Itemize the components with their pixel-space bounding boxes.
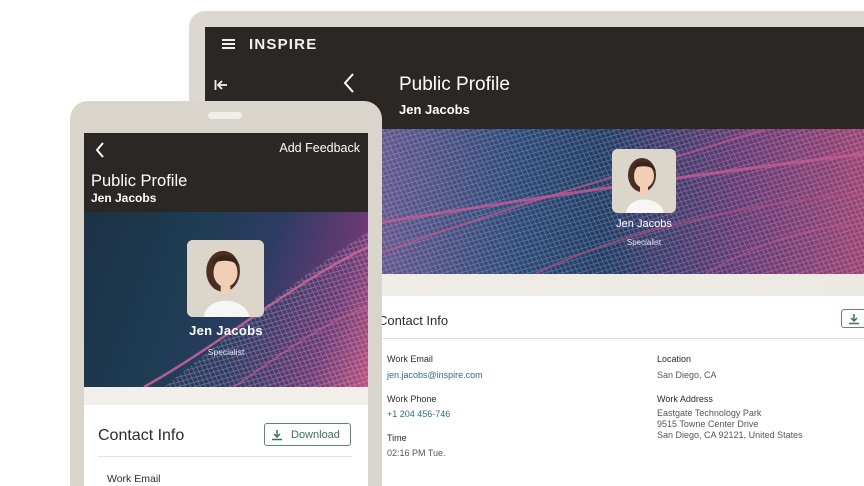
page-title: Public Profile <box>91 172 188 190</box>
work-address-line2: 9515 Towne Center Drive <box>657 419 759 429</box>
download-icon <box>849 314 859 325</box>
add-feedback-button[interactable]: Add Feedback <box>279 141 360 155</box>
profile-photo <box>187 240 264 317</box>
work-phone-label: Work Phone <box>387 394 437 404</box>
phone-page-header: Add Feedback Public Profile Jen Jacobs <box>84 133 368 213</box>
phone-screen: Add Feedback Public Profile Jen Jacobs J… <box>84 133 368 486</box>
work-email-label: Work Email <box>387 354 433 364</box>
time-value: 02:16 PM Tue. <box>387 448 446 458</box>
brand-logo: INSPIRE <box>249 35 318 53</box>
location-value: San Diego, CA <box>657 370 717 380</box>
download-icon <box>272 429 282 440</box>
divider <box>378 338 864 339</box>
download-button[interactable] <box>841 309 864 328</box>
location-label: Location <box>657 354 692 364</box>
work-address-line3: San Diego, CA 92121, United States <box>657 430 803 440</box>
work-address-label: Work Address <box>657 394 713 404</box>
page-subtitle: Jen Jacobs <box>91 191 157 205</box>
profile-photo <box>612 149 676 213</box>
contact-info-title: Contact Info <box>378 313 449 328</box>
divider <box>98 456 352 457</box>
profile-role: Specialist <box>207 347 245 357</box>
hamburger-icon[interactable] <box>222 39 235 49</box>
profile-role: Specialist <box>626 238 662 247</box>
page-subtitle: Jen Jacobs <box>399 102 470 117</box>
chevron-left-icon[interactable] <box>341 70 357 96</box>
page-title: Public Profile <box>399 74 510 95</box>
work-email-label: Work Email <box>107 473 161 485</box>
download-label: Download <box>291 428 340 441</box>
chevron-left-icon[interactable] <box>94 140 106 160</box>
work-address-line1: Eastgate Technology Park <box>657 408 762 418</box>
download-button[interactable]: Download <box>264 423 351 446</box>
app-top-bar: INSPIRE <box>205 27 864 61</box>
profile-name: Jen Jacobs <box>189 323 263 338</box>
phone-speaker <box>208 112 242 119</box>
collapse-left-icon[interactable] <box>214 79 228 91</box>
work-email-link[interactable]: jen.jacobs@inspire.com <box>387 370 483 381</box>
time-label: Time <box>387 433 407 443</box>
work-phone-link[interactable]: +1 204 456-746 <box>387 409 450 420</box>
contact-info-title: Contact Info <box>98 427 185 444</box>
phone-device: Add Feedback Public Profile Jen Jacobs J… <box>70 101 382 486</box>
hero-bottom-strip <box>84 387 368 405</box>
profile-name: Jen Jacobs <box>616 218 672 230</box>
